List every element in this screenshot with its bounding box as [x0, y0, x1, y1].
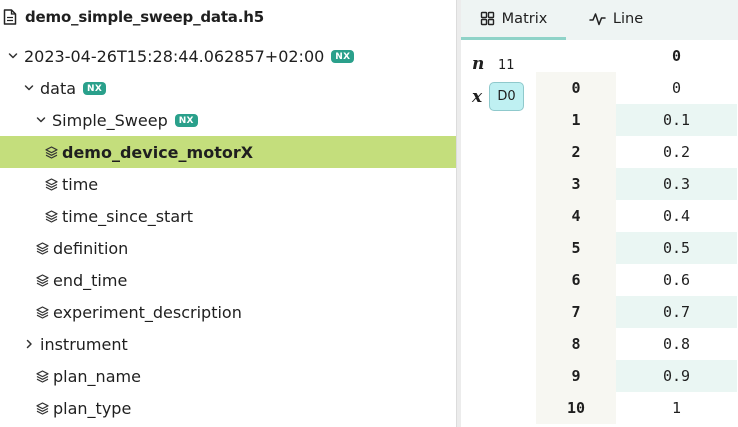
file-name: demo_simple_sweep_data.h5 — [25, 8, 264, 26]
n-symbol: n — [472, 54, 485, 74]
tree-item-label: end_time — [53, 270, 128, 290]
tree-item[interactable]: 2023-04-26T15:28:44.062857+02:00 NX — [0, 40, 456, 72]
dataset-icon — [45, 209, 58, 223]
chevron-down-icon[interactable] — [23, 82, 35, 94]
tree-item-label: experiment_description — [53, 302, 242, 322]
matrix-cell: 1 — [616, 392, 737, 424]
row-index: 4 — [536, 200, 616, 232]
tree-item-label: time — [62, 174, 99, 194]
file-explorer: demo_simple_sweep_data.h5 2023-04-26T15:… — [0, 0, 456, 427]
dataset-icon — [36, 241, 49, 255]
row-index: 7 — [536, 296, 616, 328]
matrix-cell: 0 — [616, 72, 737, 104]
tree-item[interactable]: plan_name — [0, 360, 456, 392]
file-title[interactable]: demo_simple_sweep_data.h5 — [3, 0, 264, 34]
dataset-icon — [36, 305, 49, 319]
file-icon — [3, 9, 17, 25]
matrix-cell: 0.5 — [616, 232, 737, 264]
row-index: 5 — [536, 232, 616, 264]
chevron-down-icon[interactable] — [7, 50, 19, 62]
row-index: 1 — [536, 104, 616, 136]
row-index: 0 — [536, 72, 616, 104]
nx-badge: NX — [83, 81, 107, 95]
tree-item[interactable]: time_since_start — [0, 200, 456, 232]
tree-item[interactable]: data NX — [0, 72, 456, 104]
tree-item-label: plan_type — [53, 398, 132, 418]
nx-badge: NX — [331, 49, 355, 63]
row-index: 6 — [536, 264, 616, 296]
x-axis-dim-chip[interactable]: D0 — [489, 82, 524, 111]
tree-item[interactable]: end_time — [0, 264, 456, 296]
dimension-mapper: n 11 x D0 — [461, 40, 536, 427]
tab-matrix[interactable]: Matrix — [461, 0, 566, 40]
line-chart-icon — [589, 12, 606, 25]
tree-item[interactable]: Simple_Sweep NX — [0, 104, 456, 136]
chevron-right-icon[interactable] — [23, 338, 35, 350]
row-index: 10 — [536, 392, 616, 424]
tree-item-label: data — [40, 78, 77, 98]
tree-item[interactable]: experiment_description — [0, 296, 456, 328]
tree-item-label: plan_name — [53, 366, 141, 386]
tree-item[interactable]: time — [0, 168, 456, 200]
dataset-icon — [36, 369, 49, 383]
tree-item-label: 2023-04-26T15:28:44.062857+02:00 — [24, 46, 325, 66]
tree-item[interactable]: plan_type — [0, 392, 456, 424]
row-index: 8 — [536, 328, 616, 360]
grid-icon — [480, 11, 494, 26]
row-index: 3 — [536, 168, 616, 200]
visualizer-tabs: Matrix Line — [461, 0, 738, 40]
tree-item-label: Simple_Sweep — [52, 110, 168, 130]
x-symbol: x — [472, 87, 483, 107]
tree-item[interactable]: definition — [0, 232, 456, 264]
tree-item-label: demo_device_motorX — [62, 142, 254, 162]
tab-line[interactable]: Line — [566, 0, 666, 37]
matrix-cell: 0.6 — [616, 264, 737, 296]
matrix-cell: 0.1 — [616, 104, 737, 136]
visualizer-panel: Matrix Line n 11 x D0 0 0 0 1 0.1 2 0.2 3 0.3 4 0.… — [461, 0, 738, 427]
tree-item-label: instrument — [40, 334, 128, 354]
column-header: 0 — [616, 40, 737, 72]
row-index: 2 — [536, 136, 616, 168]
tab-line-label: Line — [612, 10, 644, 27]
nx-badge: NX — [174, 113, 198, 127]
dataset-icon — [36, 401, 49, 415]
matrix-cell: 0.8 — [616, 328, 737, 360]
chevron-down-icon[interactable] — [35, 114, 47, 126]
dataset-icon — [45, 145, 58, 159]
matrix-cell: 0.9 — [616, 360, 737, 392]
tab-matrix-label: Matrix — [501, 10, 548, 27]
tree-item-label: definition — [53, 238, 129, 258]
tree-item[interactable]: demo_device_motorX — [0, 136, 456, 168]
n-value: 11 — [498, 58, 515, 73]
tree-item-label: time_since_start — [62, 206, 193, 226]
matrix-cell: 0.3 — [616, 168, 737, 200]
matrix-cell: 0.4 — [616, 200, 737, 232]
matrix-cell: 0.2 — [616, 136, 737, 168]
dataset-icon — [45, 177, 58, 191]
tree-item[interactable]: instrument — [0, 328, 456, 360]
dataset-icon — [36, 273, 49, 287]
row-index: 9 — [536, 360, 616, 392]
matrix-cell: 0.7 — [616, 296, 737, 328]
